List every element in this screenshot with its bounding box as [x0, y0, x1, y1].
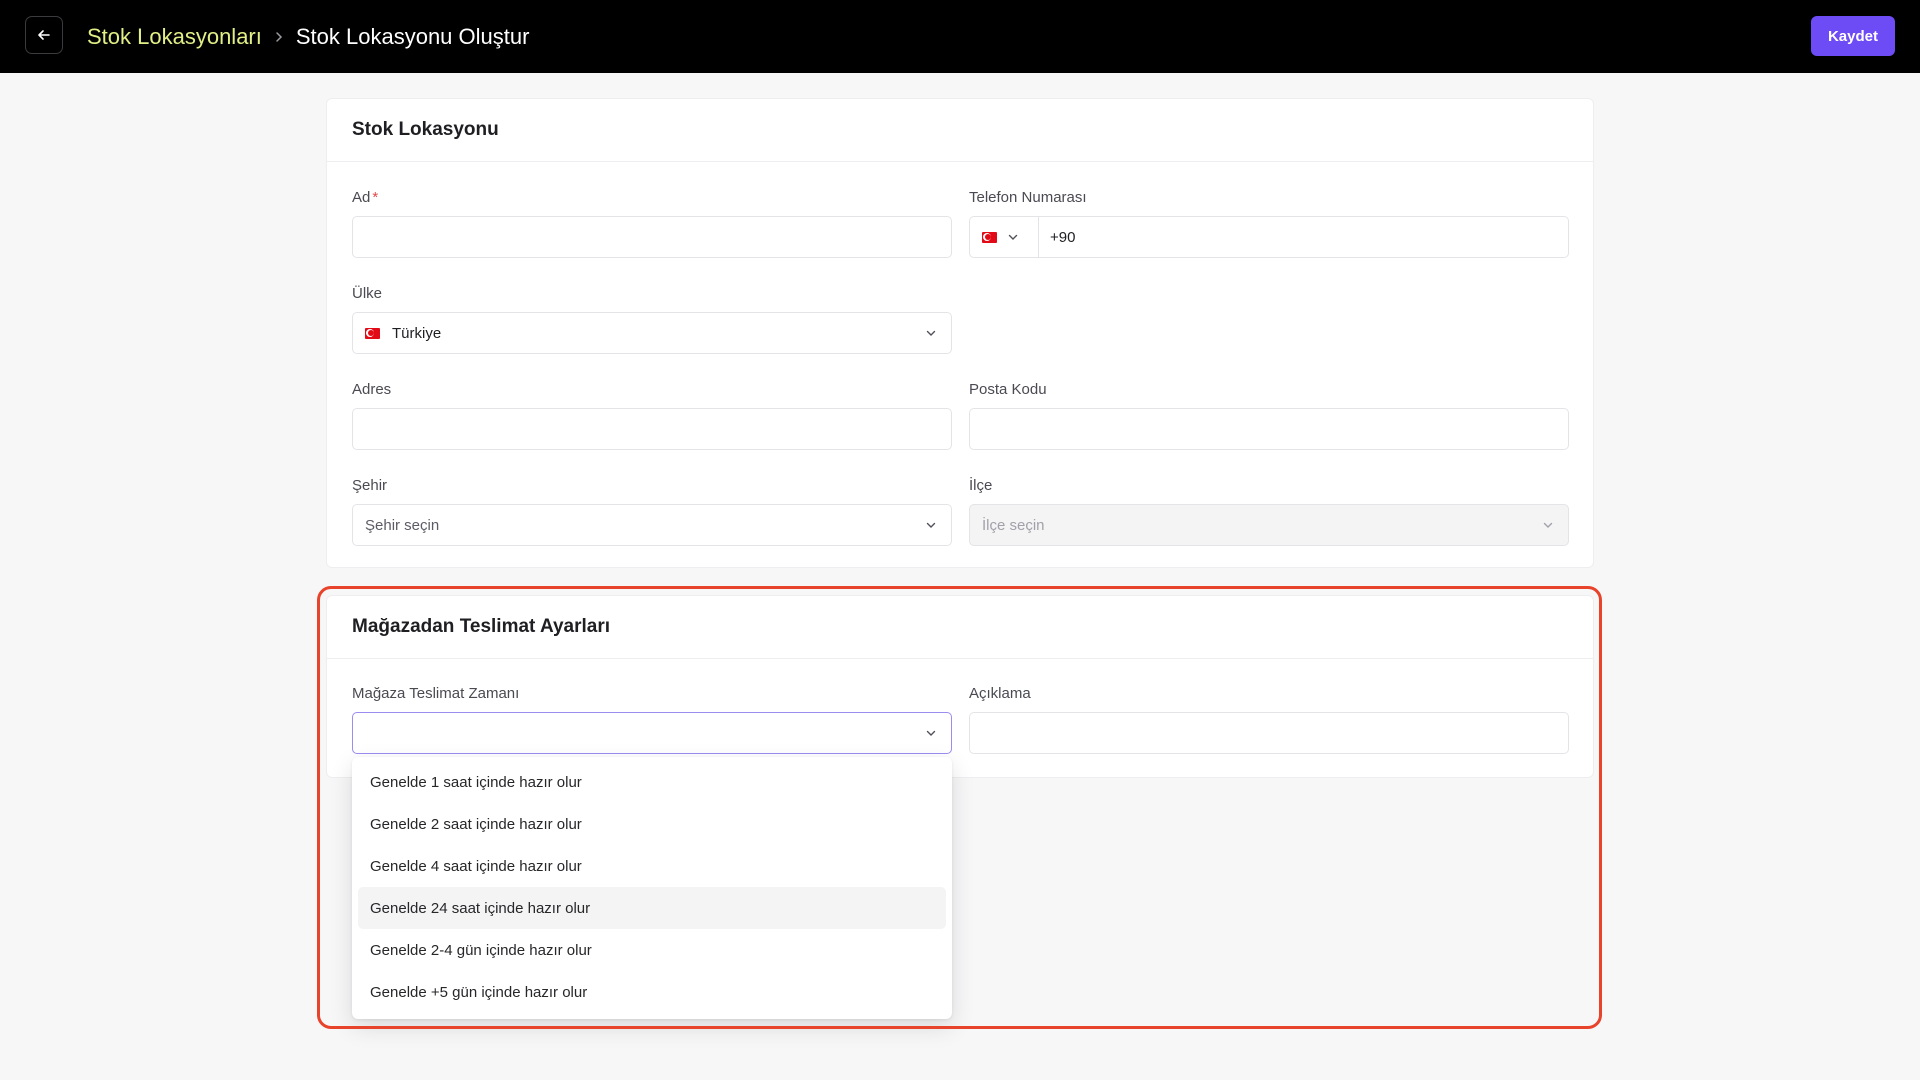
description-label: Açıklama: [969, 685, 1031, 702]
dropdown-option-hovered[interactable]: Genelde 24 saat içinde hazır olur: [358, 887, 946, 929]
dropdown-option[interactable]: Genelde +5 gün içinde hazır olur: [358, 971, 946, 1013]
arrow-left-icon: [38, 30, 50, 40]
page-title: Stok Lokasyonu Oluştur: [295, 23, 530, 49]
pickup-time-select[interactable]: [352, 712, 952, 754]
district-select[interactable]: İlçe seçin: [969, 504, 1569, 546]
phone-country-select[interactable]: [970, 217, 1039, 257]
pickup-time-label: Mağaza Teslimat Zamanı: [352, 685, 520, 702]
postal-code-input[interactable]: [969, 408, 1569, 450]
card-title: Mağazadan Teslimat Ayarları: [327, 596, 1593, 659]
name-label-text: Ad: [352, 189, 371, 206]
store-pickup-card: Mağazadan Teslimat Ayarları Mağaza Tesli…: [326, 595, 1594, 778]
postal-code-label: Posta Kodu: [969, 381, 1047, 398]
chevron-down-icon: [1542, 519, 1554, 531]
city-select[interactable]: Şehir seçin: [352, 504, 952, 546]
address-input[interactable]: [352, 408, 952, 450]
turkey-flag-icon: [365, 327, 380, 339]
pickup-time-dropdown: Genelde 1 saat içinde hazır olur Genelde…: [352, 757, 952, 1019]
description-input[interactable]: [969, 712, 1569, 754]
name-label: Ad *: [352, 189, 378, 206]
stock-location-card: Stok Lokasyonu Ad * Telefon Numarası +90 …: [326, 98, 1594, 568]
country-label: Ülke: [352, 285, 383, 302]
breadcrumb: Stok Lokasyonları Stok Lokasyonu Oluştur: [87, 0, 529, 73]
city-label: Şehir: [352, 477, 388, 494]
top-bar: Stok Lokasyonları Stok Lokasyonu Oluştur…: [0, 0, 1920, 73]
district-label: İlçe: [969, 477, 993, 494]
name-input[interactable]: [352, 216, 952, 258]
phone-input[interactable]: +90: [969, 216, 1569, 258]
dropdown-option[interactable]: Genelde 4 saat içinde hazır olur: [358, 845, 946, 887]
turkey-flag-icon: [982, 231, 997, 243]
chevron-down-icon: [1008, 234, 1018, 240]
breadcrumb-parent-link[interactable]: Stok Lokasyonları: [87, 24, 262, 50]
phone-label: Telefon Numarası: [969, 189, 1087, 206]
chevron-down-icon: [925, 327, 937, 339]
chevron-right-icon: [274, 31, 284, 43]
dropdown-option[interactable]: Genelde 1 saat içinde hazır olur: [358, 761, 946, 803]
district-placeholder: İlçe seçin: [982, 516, 1045, 534]
dropdown-option[interactable]: Genelde 2-4 gün içinde hazır olur: [358, 929, 946, 971]
country-select[interactable]: Türkiye: [352, 312, 952, 354]
required-marker: *: [372, 189, 379, 206]
save-button[interactable]: Kaydet: [1810, 16, 1895, 56]
chevron-down-icon: [925, 519, 937, 531]
chevron-down-icon: [925, 727, 937, 739]
country-value: Türkiye: [392, 324, 442, 342]
back-button[interactable]: [25, 16, 63, 54]
city-placeholder: Şehir seçin: [365, 516, 440, 534]
address-label: Adres: [352, 381, 392, 398]
dropdown-option[interactable]: Genelde 2 saat içinde hazır olur: [358, 803, 946, 845]
card-title: Stok Lokasyonu: [327, 99, 1593, 162]
